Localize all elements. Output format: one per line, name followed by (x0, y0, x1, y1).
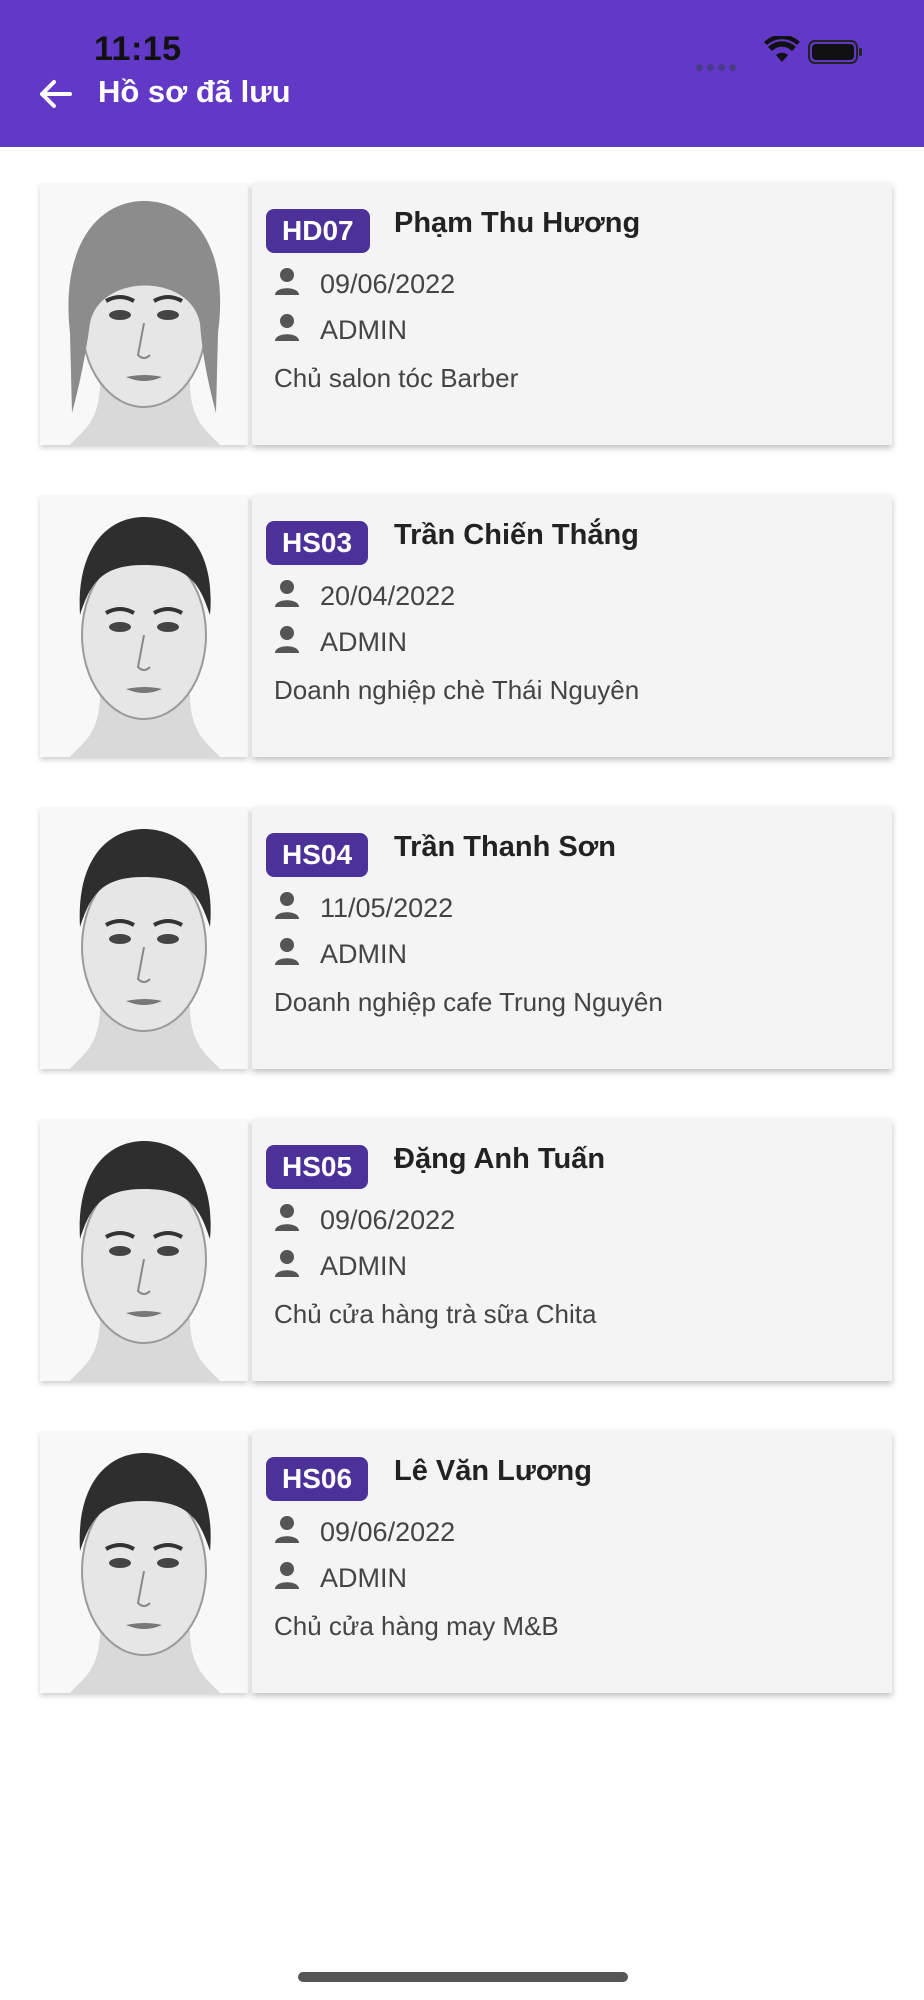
profile-info: HS03 Trần Chiến Thắng 20/04/2022 ADMIN D… (252, 495, 892, 757)
person-icon (275, 938, 299, 965)
profile-description: Doanh nghiệp cafe Trung Nguyên (274, 987, 663, 1017)
profile-user: ADMIN (320, 1251, 407, 1281)
person-icon (275, 626, 299, 653)
profile-name: Lê Văn Lương (394, 1455, 592, 1487)
profile-user: ADMIN (320, 1563, 407, 1593)
profile-sketch-image (40, 807, 248, 1069)
profile-description: Chủ cửa hàng may M&B (274, 1611, 559, 1641)
profile-code-badge: HS03 (266, 521, 369, 565)
person-icon (275, 314, 299, 341)
status-time: 11:15 (94, 30, 182, 68)
profile-date: 09/06/2022 (320, 269, 456, 299)
profile-info: HS05 Đặng Anh Tuấn 09/06/2022 ADMIN Chủ … (252, 1119, 892, 1381)
profile-card[interactable]: HS05 Đặng Anh Tuấn 09/06/2022 ADMIN Chủ … (40, 1119, 892, 1385)
back-arrow-icon[interactable] (36, 74, 76, 114)
person-icon (275, 268, 299, 295)
profile-name: Trần Chiến Thắng (394, 519, 639, 551)
profile-card[interactable]: HS06 Lê Văn Lương 09/06/2022 ADMIN Chủ c… (40, 1431, 892, 1697)
person-icon (275, 892, 299, 919)
profile-user: ADMIN (320, 315, 407, 345)
profile-date: 09/06/2022 (320, 1517, 456, 1547)
signal-icon (696, 58, 740, 76)
profile-card[interactable]: HS04 Trần Thanh Sơn 11/05/2022 ADMIN Doa… (40, 807, 892, 1073)
profile-name: Trần Thanh Sơn (394, 831, 617, 863)
profile-user: ADMIN (320, 939, 407, 969)
person-icon (275, 1250, 299, 1277)
profile-sketch-image (40, 1431, 248, 1693)
battery-icon (808, 40, 862, 64)
profile-code-badge: HD07 (266, 209, 370, 253)
person-icon (275, 580, 299, 607)
profile-info: HS06 Lê Văn Lương 09/06/2022 ADMIN Chủ c… (252, 1431, 892, 1693)
page-title: Hồ sơ đã lưu (98, 74, 291, 109)
status-icons (696, 36, 866, 71)
person-icon (275, 1562, 299, 1589)
profile-info: HS04 Trần Thanh Sơn 11/05/2022 ADMIN Doa… (252, 807, 892, 1069)
profile-date: 11/05/2022 (320, 893, 454, 923)
profile-card[interactable]: HD07 Phạm Thu Hương 09/06/2022 ADMIN Chủ… (40, 183, 892, 449)
profile-date: 20/04/2022 (320, 581, 456, 611)
profile-date: 09/06/2022 (320, 1205, 456, 1235)
home-indicator (298, 1972, 628, 1982)
profile-sketch-image (40, 1119, 248, 1381)
profile-code-badge: HS04 (266, 833, 369, 877)
profile-code-badge: HS05 (266, 1145, 369, 1189)
profile-code-badge: HS06 (266, 1457, 369, 1501)
person-icon (275, 1204, 299, 1231)
profile-card[interactable]: HS03 Trần Chiến Thắng 20/04/2022 ADMIN D… (40, 495, 892, 761)
wifi-icon (764, 36, 800, 62)
profile-info: HD07 Phạm Thu Hương 09/06/2022 ADMIN Chủ… (252, 183, 892, 445)
app-header: 11:15 Hồ sơ đã lưu (0, 0, 924, 147)
profile-name: Phạm Thu Hương (394, 207, 641, 239)
profile-description: Chủ salon tóc Barber (274, 363, 519, 393)
person-icon (275, 1516, 299, 1543)
profile-sketch-image (40, 183, 248, 445)
profile-sketch-image (40, 495, 248, 757)
profile-description: Doanh nghiệp chè Thái Nguyên (274, 675, 640, 705)
profile-name: Đặng Anh Tuấn (394, 1143, 606, 1175)
profile-description: Chủ cửa hàng trà sữa Chita (274, 1299, 597, 1329)
profile-user: ADMIN (320, 627, 407, 657)
